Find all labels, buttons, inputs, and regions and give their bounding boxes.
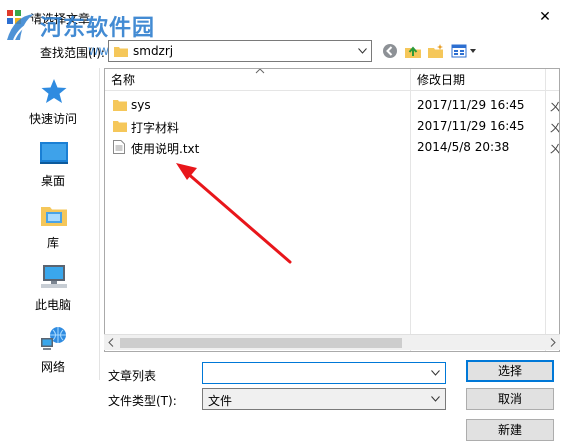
folder-icon [113,121,127,132]
file-name: 使用说明.txt [131,142,200,156]
place-this-pc[interactable]: 此电脑 [6,258,100,316]
new-folder-icon [428,44,443,58]
place-label: 桌面 [40,174,65,188]
lookin-value: smdzrj [133,44,174,58]
select-button[interactable]: 选择 [466,360,554,382]
filename-label: 文章列表 [108,369,157,383]
app-icon [7,10,21,24]
star-icon [41,79,67,103]
back-icon [383,44,397,58]
up-folder-button[interactable] [403,40,423,62]
folder-icon [114,47,128,57]
lookin-label: 查找范围(I): [40,46,105,60]
horizontal-scrollbar[interactable] [104,334,560,350]
view-menu-button[interactable] [450,40,478,62]
place-library[interactable]: 库 [6,196,100,254]
new-folder-button[interactable] [426,40,446,62]
column-date[interactable]: 修改日期 [411,69,545,91]
file-row-materials[interactable]: 打字材料 2017/11/29 16:45 ㄨ [105,116,560,136]
place-label: 库 [46,236,59,250]
network-icon [41,327,66,350]
file-type-truncated: ㄨ [549,121,560,135]
place-desktop[interactable]: 桌面 [6,134,100,192]
close-button[interactable]: ✕ [530,4,560,30]
chevron-down-icon [431,370,440,376]
computer-icon [41,265,67,288]
cancel-button[interactable]: 取消 [466,388,554,410]
file-row-sys[interactable]: sys 2017/11/29 16:45 ㄨ [105,95,560,115]
up-folder-icon [405,46,421,58]
window-title: 请选择文章 [30,12,91,26]
filetype-label: 文件类型(T): [108,394,177,408]
file-date: 2017/11/29 16:45 [417,98,525,112]
file-list-header: 名称 修改日期 [105,69,559,351]
place-label: 快速访问 [28,112,77,126]
column-name[interactable]: 名称 [105,69,410,91]
filetype-value: 文件 [208,394,233,408]
desktop-icon [40,142,68,164]
filename-combo[interactable] [202,362,446,384]
file-row-readme[interactable]: 使用说明.txt 2014/5/8 20:38 ㄨ [105,137,560,157]
place-label: 网络 [40,360,65,374]
title-bar: 请选择文章 ✕ [0,0,566,34]
chevron-down-icon [431,396,440,402]
chevron-down-icon [358,48,367,54]
file-date: 2014/5/8 20:38 [417,140,510,154]
new-button[interactable]: 新建 [466,419,554,441]
back-button[interactable] [380,40,400,62]
file-list[interactable]: 名称 修改日期 sys 2017/11/29 16:45 ㄨ 打字材料 2017… [104,68,560,352]
file-name: sys [131,98,151,112]
close-icon: ✕ [539,9,551,25]
place-quick-access[interactable]: 快速访问 [6,72,100,130]
lookin-combo[interactable]: smdzrj [108,40,372,62]
filetype-select[interactable]: 文件 [202,388,446,410]
scrollbar-thumb[interactable] [120,338,402,348]
library-icon [41,207,67,226]
chevron-right-icon[interactable] [550,338,556,347]
text-file-icon [113,140,125,154]
folder-icon [113,100,127,111]
file-type-truncated: ㄨ [549,142,560,156]
chevron-left-icon[interactable] [108,338,114,347]
file-type-truncated: ㄨ [549,100,560,114]
place-label: 此电脑 [34,298,71,312]
view-menu-icon [451,44,476,58]
file-date: 2017/11/29 16:45 [417,119,525,133]
places-bar: 快速访问 桌面 库 此电脑 网络 [6,68,100,380]
file-name: 打字材料 [131,121,180,135]
place-network[interactable]: 网络 [6,320,100,378]
